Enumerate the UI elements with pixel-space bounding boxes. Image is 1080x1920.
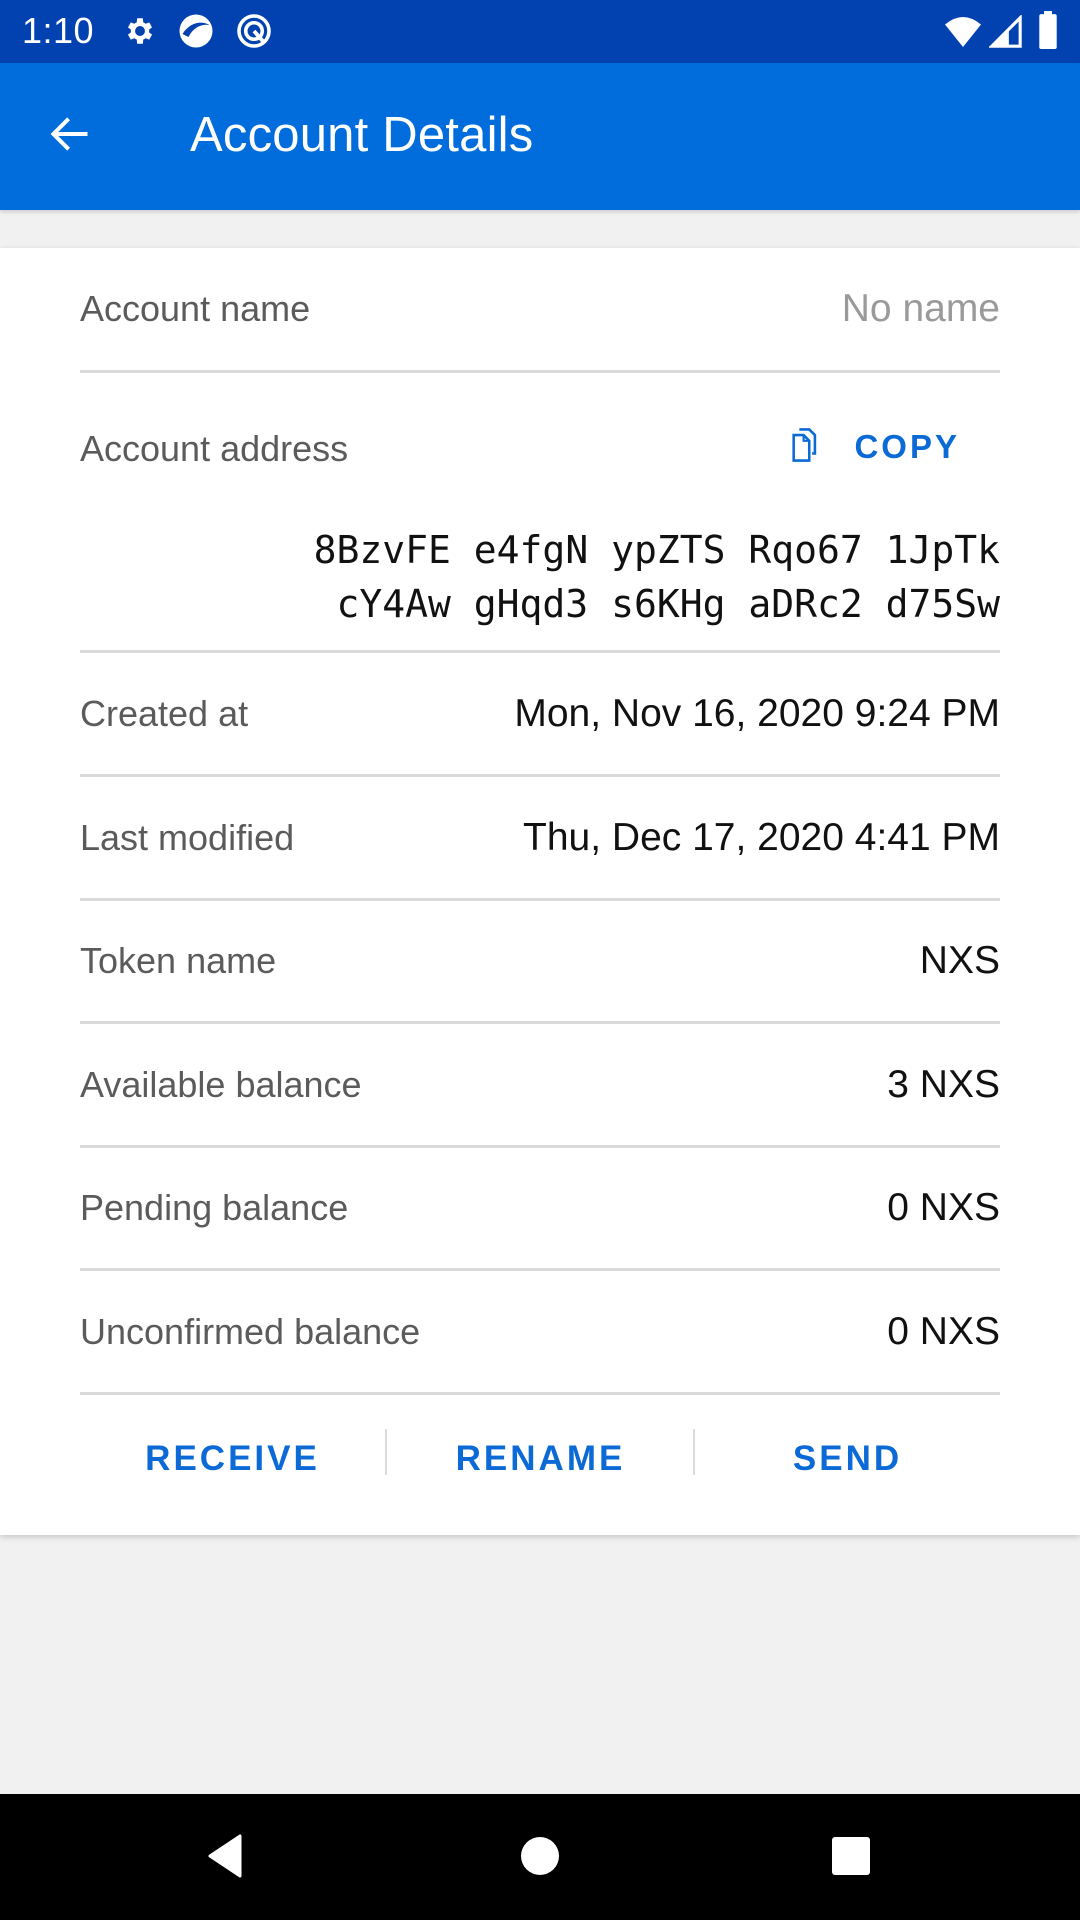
battery-icon	[1036, 11, 1060, 49]
account-address-label: Account address	[80, 428, 349, 469]
status-time: 1:10	[22, 10, 95, 51]
unconfirmed-balance-row: Unconfirmed balance 0 NXS	[80, 1271, 1000, 1395]
recents-square-icon	[831, 1836, 871, 1880]
receive-button[interactable]: RECEIVE	[80, 1429, 385, 1489]
account-name-label: Account name	[80, 288, 311, 329]
account-details-card: Account name No name Account address COP…	[0, 248, 1080, 1535]
pending-balance-label: Pending balance	[80, 1187, 349, 1228]
rename-button[interactable]: RENAME	[388, 1429, 693, 1489]
available-balance-value: 3 NXS	[887, 1062, 1000, 1106]
system-nav-bar	[0, 1794, 1080, 1920]
copy-icon	[790, 428, 820, 466]
copy-label: COPY	[854, 428, 960, 465]
send-button[interactable]: SEND	[695, 1429, 1000, 1489]
back-button[interactable]	[36, 103, 102, 169]
last-modified-label: Last modified	[80, 816, 295, 858]
arrow-left-icon	[47, 112, 91, 160]
back-triangle-icon	[206, 1834, 246, 1882]
app-q-icon	[236, 13, 272, 49]
available-balance-label: Available balance	[80, 1063, 362, 1105]
app-bar: Account Details	[0, 63, 1080, 210]
created-at-row: Created at Mon, Nov 16, 2020 9:24 PM	[80, 653, 1000, 777]
nav-recents-button[interactable]	[823, 1830, 879, 1886]
account-address-value: 8BzvFE e4fgN ypZTS Rqo67 1JpTk cY4Aw gHqd…	[314, 523, 1000, 631]
last-modified-value: Thu, Dec 17, 2020 4:41 PM	[523, 815, 1000, 859]
pending-balance-row: Pending balance 0 NXS	[80, 1148, 1000, 1271]
home-circle-icon	[520, 1836, 560, 1880]
wifi-icon	[945, 14, 981, 50]
pending-balance-value: 0 NXS	[887, 1186, 1000, 1229]
cell-signal-icon	[988, 14, 1024, 50]
nav-back-button[interactable]	[198, 1830, 254, 1886]
token-name-value: NXS	[919, 939, 1000, 982]
token-name-label: Token name	[80, 940, 277, 981]
copy-address-button[interactable]: COPY	[790, 428, 960, 466]
gear-icon	[122, 13, 158, 49]
page-title: Account Details	[190, 108, 534, 162]
address-line-1: 8BzvFE e4fgN ypZTS Rqo67 1JpTk	[313, 528, 1000, 572]
unconfirmed-balance-label: Unconfirmed balance	[80, 1310, 421, 1352]
address-line-2: cY4Aw gHqd3 s6KHg aDRc2 d75Sw	[336, 582, 1000, 626]
token-name-row: Token name NXS	[80, 901, 1000, 1024]
created-at-label: Created at	[80, 692, 249, 734]
account-address-row: Account address COPY 8BzvFE e4fgN ypZTS …	[80, 373, 1000, 653]
action-divider	[385, 1429, 387, 1475]
nav-home-button[interactable]	[512, 1830, 568, 1886]
unconfirmed-balance-value: 0 NXS	[887, 1309, 1000, 1353]
status-bar: 1:10	[0, 0, 1080, 63]
created-at-value: Mon, Nov 16, 2020 9:24 PM	[514, 691, 1000, 735]
account-name-row: Account name No name	[80, 248, 1000, 373]
last-modified-row: Last modified Thu, Dec 17, 2020 4:41 PM	[80, 777, 1000, 901]
account-name-value: No name	[841, 287, 1000, 330]
account-actions: RECEIVE RENAME SEND	[0, 1395, 1080, 1535]
available-balance-row: Available balance 3 NXS	[80, 1024, 1000, 1148]
app-swirl-icon	[178, 13, 214, 49]
